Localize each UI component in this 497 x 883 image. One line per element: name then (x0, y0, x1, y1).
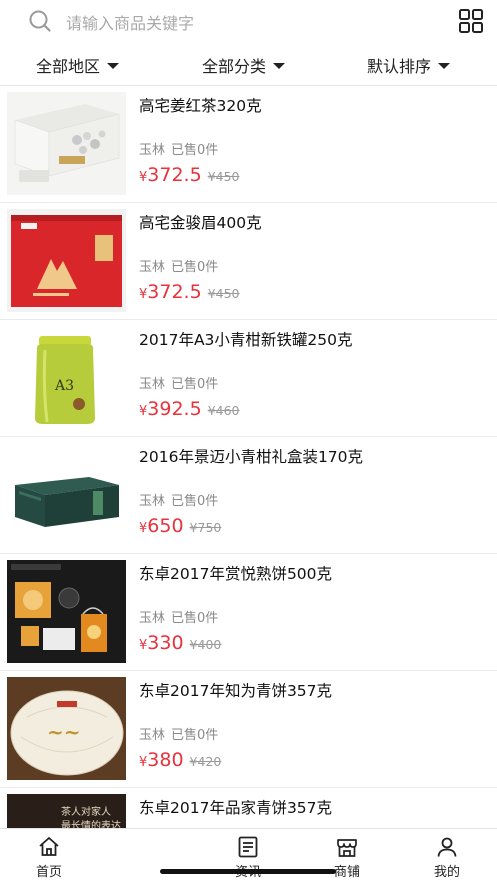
home-indicator[interactable] (160, 869, 336, 874)
product-location: 玉林 (139, 494, 166, 509)
price-value: 380 (147, 749, 184, 771)
product-meta: 玉林 已售0件 (139, 139, 218, 158)
filter-region-label: 全部地区 (36, 57, 101, 76)
green-tea-tin-image: A3 (7, 326, 126, 429)
user-icon (437, 837, 457, 857)
caret-down-icon (438, 63, 451, 69)
product-location: 玉林 (139, 728, 166, 743)
filter-category-label: 全部分类 (202, 57, 267, 76)
product-title: 高宅金骏眉400克 (139, 214, 262, 232)
tab-profile[interactable]: 我的 (407, 829, 487, 883)
product-location: 玉林 (139, 260, 166, 275)
search-icon (29, 10, 51, 32)
product-title: 东卓2017年知为青饼357克 (139, 682, 333, 700)
product-item[interactable]: A3 2017年A3小青柑新铁罐250克 玉林 已售0件 ¥392.5 ¥460 (0, 320, 497, 437)
tab-news[interactable]: 资讯 (208, 829, 288, 883)
product-price: ¥392.5 ¥460 (139, 398, 240, 420)
filter-bar: 全部地区 全部分类 默认排序 (0, 44, 497, 86)
price-value: 650 (147, 515, 184, 537)
filter-category[interactable]: 全部分类 (202, 44, 286, 86)
white-tea-gift-box-image (7, 92, 126, 195)
tab-home-label: 首页 (35, 865, 62, 880)
product-sold-count: 已售0件 (171, 143, 219, 158)
svg-text:A3: A3 (54, 378, 74, 394)
wrapped-tea-cake-image: ~~ (7, 677, 126, 780)
original-price: ¥460 (207, 403, 240, 418)
product-location: 玉林 (139, 143, 166, 158)
search-bar[interactable]: 请输入商品关键字 (0, 0, 497, 44)
price-value: 372.5 (147, 281, 202, 303)
caret-down-icon (273, 63, 286, 69)
banner-text-line-2: 最长情的表达 (61, 821, 121, 828)
price-value: 330 (147, 632, 184, 654)
tab-home[interactable]: 首页 (9, 829, 89, 883)
product-price: ¥372.5 ¥450 (139, 281, 240, 303)
original-price: ¥750 (189, 520, 222, 535)
product-meta: 玉林 已售0件 (139, 724, 218, 743)
product-price: ¥372.5 ¥450 (139, 164, 240, 186)
product-sold-count: 已售0件 (171, 377, 219, 392)
product-title: 东卓2017年赏悦熟饼500克 (139, 565, 333, 583)
filter-sort[interactable]: 默认排序 (367, 44, 451, 86)
product-item[interactable]: 2016年景迈小青柑礼盒装170克 玉林 已售0件 ¥650 ¥750 (0, 437, 497, 554)
product-item[interactable]: 东卓2017年赏悦熟饼500克 玉林 已售0件 ¥330 ¥400 (0, 554, 497, 671)
product-sold-count: 已售0件 (171, 728, 219, 743)
grid-view-icon[interactable] (458, 8, 484, 34)
product-title: 东卓2017年品家青饼357克 (139, 799, 333, 817)
product-item[interactable]: 高宅姜红茶320克 玉林 已售0件 ¥372.5 ¥450 (0, 86, 497, 203)
price-value: 372.5 (147, 164, 202, 186)
red-tea-gift-box-image (7, 209, 126, 312)
tab-shop[interactable]: 商铺 (307, 829, 387, 883)
price-value: 392.5 (147, 398, 202, 420)
product-title: 2017年A3小青柑新铁罐250克 (139, 331, 353, 349)
product-price: ¥380 ¥420 (139, 749, 221, 771)
product-list[interactable]: 高宅姜红茶320克 玉林 已售0件 ¥372.5 ¥450 高宅金骏眉400克 玉林… (0, 86, 497, 828)
filter-region[interactable]: 全部地区 (36, 44, 120, 86)
product-title: 高宅姜红茶320克 (139, 97, 262, 115)
product-title: 2016年景迈小青柑礼盒装170克 (139, 448, 364, 466)
product-meta: 玉林 已售0件 (139, 256, 218, 275)
product-item[interactable]: 高宅金骏眉400克 玉林 已售0件 ¥372.5 ¥450 (0, 203, 497, 320)
product-price: ¥330 ¥400 (139, 632, 221, 654)
home-icon (39, 837, 59, 856)
filter-sort-label: 默认排序 (367, 57, 432, 76)
product-item[interactable]: ~~ 东卓2017年知为青饼357克 玉林 已售0件 ¥380 ¥420 (0, 671, 497, 788)
caret-down-icon (107, 63, 120, 69)
product-meta: 玉林 已售0件 (139, 373, 218, 392)
product-item[interactable]: 茶人对家人 最长情的表达 东卓2017年品家青饼357克 (0, 788, 497, 828)
tea-banner-image: 茶人对家人 最长情的表达 (7, 794, 126, 828)
product-meta: 玉林 已售0件 (139, 607, 218, 626)
product-location: 玉林 (139, 377, 166, 392)
tab-profile-label: 我的 (433, 865, 460, 880)
banner-text-line-1: 茶人对家人 (61, 807, 111, 818)
product-sold-count: 已售0件 (171, 611, 219, 626)
product-meta: 玉林 已售0件 (139, 490, 218, 509)
shop-icon (337, 839, 357, 857)
original-price: ¥450 (207, 286, 240, 301)
svg-text:~~: ~~ (47, 720, 81, 744)
product-location: 玉林 (139, 611, 166, 626)
news-icon (238, 836, 258, 858)
tea-cake-set-image (7, 560, 126, 663)
product-sold-count: 已售0件 (171, 260, 219, 275)
original-price: ¥420 (189, 754, 222, 769)
green-gift-box-image (7, 443, 126, 546)
original-price: ¥450 (207, 169, 240, 184)
tab-bar: 首页 资讯 商铺 我的 (0, 828, 497, 883)
product-price: ¥650 ¥750 (139, 515, 221, 537)
search-input[interactable]: 请输入商品关键字 (66, 10, 194, 34)
original-price: ¥400 (189, 637, 222, 652)
product-sold-count: 已售0件 (171, 494, 219, 509)
